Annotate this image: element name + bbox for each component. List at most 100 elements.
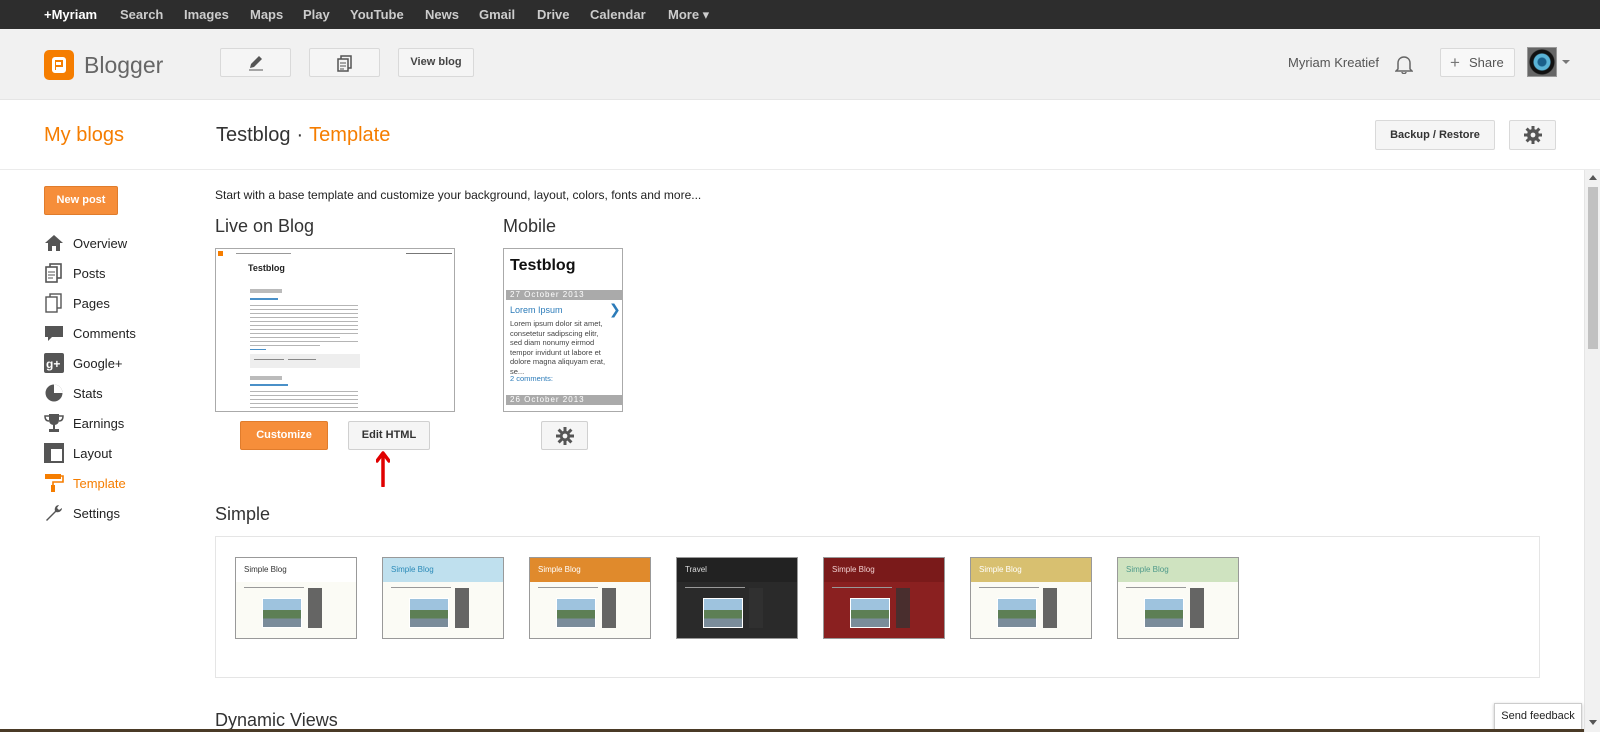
template-name: Simple Blog <box>1126 565 1169 574</box>
view-blog-button[interactable]: View blog <box>398 48 474 77</box>
gbar-link-more[interactable]: More ▾ <box>668 7 709 23</box>
bell-icon[interactable] <box>1395 54 1413 74</box>
template-header: Simple Blog <box>971 558 1091 582</box>
mobile-heading: Mobile <box>503 216 557 236</box>
sidebar-item-label: Posts <box>73 266 106 281</box>
sidebar-item-template[interactable]: Template <box>44 473 184 495</box>
template-name: Simple Blog <box>538 565 581 574</box>
avatar[interactable] <box>1527 47 1557 77</box>
simple-template-thumbnail[interactable]: Simple Blog <box>970 557 1092 639</box>
template-header: Simple Blog <box>236 558 356 582</box>
sidebar-item-posts[interactable]: Posts <box>44 263 184 285</box>
breadcrumb-blog-name[interactable]: Testblog <box>216 124 291 146</box>
sidebar-item-label: Template <box>73 476 126 491</box>
mobile-settings-button[interactable] <box>541 421 588 450</box>
edit-html-button[interactable]: Edit HTML <box>348 421 430 450</box>
sidebar-item-settings[interactable]: Settings <box>44 503 184 525</box>
wrench-icon <box>46 505 62 521</box>
pages-icon <box>45 293 62 313</box>
template-header: Simple Blog <box>1118 558 1238 582</box>
gbar-link-images[interactable]: Images <box>184 7 229 22</box>
pie-chart-icon <box>45 384 63 402</box>
simple-templates-panel: Simple Blog Simple Blog Simple Blog Travel S… <box>215 536 1540 678</box>
simple-template-thumbnail[interactable]: Simple Blog <box>529 557 651 639</box>
sidebar-item-pages[interactable]: Pages <box>44 293 184 315</box>
gbar-link-gmail[interactable]: Gmail <box>479 7 515 22</box>
gbar-link-search[interactable]: Search <box>120 7 163 22</box>
template-header: Simple Blog <box>824 558 944 582</box>
sidebar-item-comments[interactable]: Comments <box>44 323 184 345</box>
share-button[interactable]: + Share <box>1440 48 1515 77</box>
template-sample-photo <box>409 598 449 628</box>
posts-list-button[interactable] <box>309 48 380 77</box>
simple-template-thumbnail[interactable]: Travel <box>676 557 798 639</box>
sidebar-item-layout[interactable]: Layout <box>44 443 184 465</box>
posts-icon <box>336 55 352 72</box>
posts-icon <box>45 263 62 283</box>
backup-restore-button[interactable]: Backup / Restore <box>1375 120 1495 150</box>
mobile-preview-date: 26 October 2013 <box>506 395 622 405</box>
comments-icon <box>45 326 63 341</box>
new-post-button[interactable]: New post <box>44 186 118 215</box>
googleplus-icon: g+ <box>44 353 64 373</box>
simple-templates-heading: Simple <box>215 504 271 524</box>
mobile-preview-comments: 2 comments: <box>510 374 553 383</box>
sidebar-item-label: Stats <box>73 386 103 401</box>
send-feedback-button[interactable]: Send feedback <box>1494 703 1582 730</box>
template-sample-photo <box>997 598 1037 628</box>
template-sample-photo <box>262 598 302 628</box>
mobile-preview-post-body: Lorem ipsum dolor sit amet, consetetur s… <box>510 319 606 376</box>
simple-template-thumbnail[interactable]: Simple Blog <box>1117 557 1239 639</box>
mobile-preview-date: 27 October 2013 <box>506 290 622 300</box>
simple-template-thumbnail[interactable]: Simple Blog <box>235 557 357 639</box>
customize-button[interactable]: Customize <box>240 421 328 450</box>
template-sample-sidebar <box>1043 588 1057 628</box>
sidebar-item-overview[interactable]: Overview <box>44 233 184 255</box>
template-settings-button[interactable] <box>1509 120 1556 150</box>
sidebar-item-earnings[interactable]: Earnings <box>44 413 184 435</box>
gbar-link-maps[interactable]: Maps <box>250 7 283 22</box>
sidebar-item-label: Google+ <box>73 356 123 371</box>
chevron-down-icon[interactable] <box>1562 60 1570 64</box>
pencil-icon <box>248 56 263 71</box>
gear-icon <box>556 427 574 445</box>
template-name: Simple Blog <box>979 565 1022 574</box>
mobile-preview-post-title: Lorem Ipsum <box>510 305 563 315</box>
chevron-right-icon: ❯ <box>609 301 621 317</box>
sidebar-item-stats[interactable]: Stats <box>44 383 184 405</box>
gear-icon <box>1524 126 1542 144</box>
sidebar-item-googleplus[interactable]: g+ Google+ <box>44 353 184 375</box>
template-name: Simple Blog <box>832 565 875 574</box>
account-name[interactable]: Myriam Kreatief <box>1288 55 1379 70</box>
gbar-link-youtube[interactable]: YouTube <box>350 7 404 22</box>
template-name: Travel <box>685 565 707 574</box>
new-post-pencil-button[interactable] <box>220 48 291 77</box>
template-header: Simple Blog <box>383 558 503 582</box>
gbar-link-play[interactable]: Play <box>303 7 330 22</box>
scrollbar-thumb[interactable] <box>1588 187 1598 349</box>
gbar-link-news[interactable]: News <box>425 7 459 22</box>
blogger-logo-icon[interactable] <box>44 50 74 80</box>
simple-template-thumbnail[interactable]: Simple Blog <box>823 557 945 639</box>
my-blogs-link[interactable]: My blogs <box>44 124 124 147</box>
brand-name[interactable]: Blogger <box>84 52 163 79</box>
scroll-down-arrow-icon[interactable] <box>1589 720 1597 725</box>
breadcrumb-current-page: Template <box>309 124 391 146</box>
gbar-link-drive[interactable]: Drive <box>537 7 570 22</box>
scroll-up-arrow-icon[interactable] <box>1589 175 1597 180</box>
template-sample-sidebar <box>896 588 910 628</box>
live-template-preview[interactable]: Testblog <box>215 248 455 412</box>
mobile-preview-blog-title: Testblog <box>510 257 576 274</box>
template-sample-sidebar <box>455 588 469 628</box>
template-header: Simple Blog <box>530 558 650 582</box>
gbar-link-calendar[interactable]: Calendar <box>590 7 646 22</box>
template-sample-photo <box>703 598 743 628</box>
simple-template-thumbnail[interactable]: Simple Blog <box>382 557 504 639</box>
gbar-link-profile[interactable]: +Myriam <box>44 7 97 22</box>
header-divider <box>0 169 1600 170</box>
template-name: Simple Blog <box>391 565 434 574</box>
plus-icon: + <box>1450 53 1460 72</box>
mobile-template-preview[interactable]: Testblog 27 October 2013 Lorem Ipsum ❯ L… <box>503 248 623 412</box>
vertical-scrollbar[interactable] <box>1584 170 1600 732</box>
sidebar-item-label: Comments <box>73 326 136 341</box>
